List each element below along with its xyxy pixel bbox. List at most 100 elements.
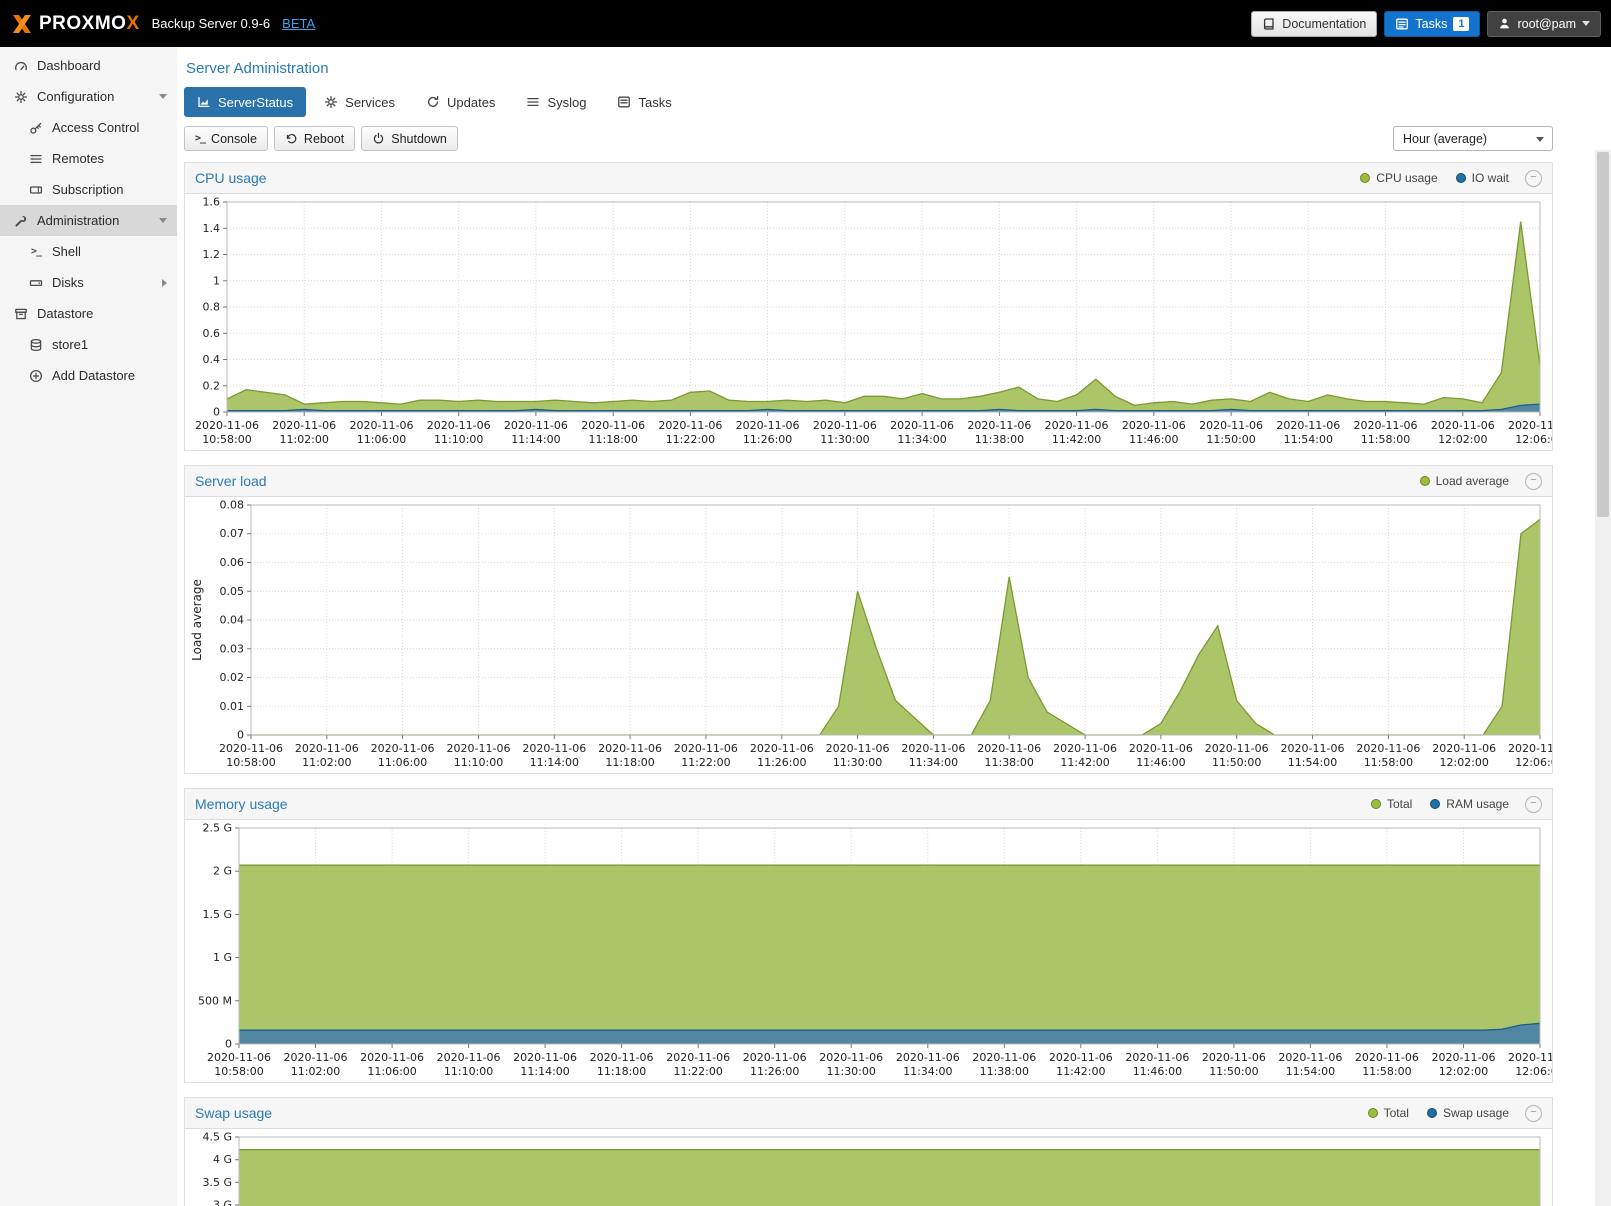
tab-tasks[interactable]: Tasks (604, 87, 684, 117)
legend-item: RAM usage (1430, 797, 1509, 811)
legend-item: Swap usage (1427, 1106, 1509, 1120)
panel-title: Swap usage (195, 1105, 272, 1121)
svg-text:2020-11-06: 2020-11-06 (1281, 742, 1345, 755)
sidebar-item-store1[interactable]: store1 (0, 329, 177, 360)
svg-text:2020-11-06: 2020-11-06 (972, 1051, 1036, 1064)
book-icon (1262, 17, 1276, 31)
tasks-button[interactable]: Tasks 1 (1384, 11, 1480, 37)
sidebar-item-dashboard[interactable]: Dashboard (0, 50, 177, 81)
swap-usage-chart: 0500 M1 G1.5 G2 G2.5 G3 G3.5 G4 G4.5 G (185, 1129, 1552, 1206)
legend-dot (1360, 173, 1370, 183)
panel-collapse-icon[interactable]: − (1525, 170, 1542, 187)
memory-usage-chart: 0500 M1 G1.5 G2 G2.5 G2020-11-0610:58:00… (185, 820, 1552, 1082)
svg-text:11:18:00: 11:18:00 (597, 1065, 646, 1078)
chart-legend: CPU usage IO wait (1360, 171, 1509, 185)
sidebar-item-add-datastore[interactable]: Add Datastore (0, 360, 177, 391)
svg-text:0.08: 0.08 (220, 499, 245, 512)
sidebar-item-datastore[interactable]: Datastore (0, 298, 177, 329)
svg-text:2020-11-06: 2020-11-06 (1202, 1051, 1266, 1064)
hdd-icon (28, 276, 44, 290)
svg-text:2020-11-06: 2020-11-06 (890, 419, 954, 432)
legend-item: Load average (1420, 474, 1509, 488)
svg-text:4 G: 4 G (213, 1153, 232, 1166)
logo-text: PROXMOX (39, 13, 140, 35)
vertical-scrollbar[interactable] (1595, 150, 1611, 1206)
svg-text:11:34:00: 11:34:00 (897, 433, 946, 446)
svg-text:11:38:00: 11:38:00 (975, 433, 1024, 446)
archive-box-icon (13, 307, 29, 321)
svg-text:2020-11-06: 2020-11-06 (967, 419, 1031, 432)
svg-text:2020-11-06: 2020-11-06 (1432, 1051, 1496, 1064)
sidebar-item-configuration[interactable]: Configuration (0, 81, 177, 112)
svg-text:2020-11-06: 2020-11-06 (1508, 742, 1552, 755)
svg-text:2020-11-06: 2020-11-06 (272, 419, 336, 432)
beta-link[interactable]: BETA (282, 16, 315, 31)
chart-legend: Total Swap usage (1368, 1106, 1509, 1120)
svg-text:2020-11-06: 2020-11-06 (522, 742, 586, 755)
svg-text:2020-11-06: 2020-11-06 (219, 742, 283, 755)
console-button[interactable]: >_ Console (184, 126, 268, 151)
svg-text:10:58:00: 10:58:00 (226, 756, 275, 769)
legend-dot (1368, 1108, 1378, 1118)
scrollbar-thumb[interactable] (1597, 152, 1609, 517)
svg-text:2020-11-06: 2020-11-06 (513, 1051, 577, 1064)
chart-legend: Load average (1420, 474, 1509, 488)
legend-item: Total (1368, 1106, 1409, 1120)
panel-server-load: Server load Load average − Load average 0… (184, 465, 1553, 774)
gears-icon (324, 95, 338, 109)
sidebar-item-remotes[interactable]: Remotes (0, 143, 177, 174)
svg-text:2020-11-06: 2020-11-06 (284, 1051, 348, 1064)
chevron-down-icon (159, 218, 167, 223)
svg-text:11:54:00: 11:54:00 (1288, 756, 1337, 769)
panel-header: Memory usage Total RAM usage − (185, 789, 1552, 820)
svg-text:2020-11-06: 2020-11-06 (896, 1051, 960, 1064)
sidebar-item-access-control[interactable]: Access Control (0, 112, 177, 143)
tab-syslog[interactable]: Syslog (513, 87, 599, 117)
svg-text:11:14:00: 11:14:00 (530, 756, 579, 769)
reboot-button[interactable]: Reboot (274, 126, 355, 151)
svg-text:11:14:00: 11:14:00 (520, 1065, 569, 1078)
svg-text:10:58:00: 10:58:00 (214, 1065, 263, 1078)
chevron-right-icon (162, 279, 167, 287)
svg-text:11:46:00: 11:46:00 (1129, 433, 1178, 446)
svg-text:11:42:00: 11:42:00 (1060, 756, 1109, 769)
sidebar-item-subscription[interactable]: Subscription (0, 174, 177, 205)
server-load-chart: Load average00.010.020.030.040.050.060.0… (185, 497, 1552, 773)
tab-services[interactable]: Services (311, 87, 408, 117)
user-menu-button[interactable]: root@pam (1487, 11, 1601, 37)
svg-text:500 M: 500 M (198, 994, 232, 1007)
undo-icon (285, 132, 298, 145)
header-actions: Documentation Tasks 1 root@pam (1251, 11, 1601, 37)
svg-text:2020-11-06: 2020-11-06 (813, 419, 877, 432)
svg-text:0.05: 0.05 (220, 585, 245, 598)
svg-text:2020-11-06: 2020-11-06 (736, 419, 800, 432)
sidebar: Dashboard Configuration Access Control R… (0, 47, 177, 1206)
svg-text:2020-11-06: 2020-11-06 (750, 742, 814, 755)
svg-text:2020-11-06: 2020-11-06 (1125, 1051, 1189, 1064)
svg-text:0.02: 0.02 (220, 671, 245, 684)
svg-text:11:02:00: 11:02:00 (291, 1065, 340, 1078)
svg-text:2020-11-06: 2020-11-06 (901, 742, 965, 755)
svg-text:0.2: 0.2 (203, 379, 221, 392)
svg-text:2020-11-06: 2020-11-06 (1432, 742, 1496, 755)
svg-text:11:46:00: 11:46:00 (1133, 1065, 1182, 1078)
tab-updates[interactable]: Updates (413, 87, 508, 117)
proxmox-backup-app: PROXMOX Backup Server 0.9-6 BETA Documen… (0, 0, 1611, 1206)
panel-collapse-icon[interactable]: − (1525, 796, 1542, 813)
svg-text:Load average: Load average (190, 579, 204, 661)
svg-text:0: 0 (237, 729, 244, 742)
panel-collapse-icon[interactable]: − (1525, 1105, 1542, 1122)
tab-serverstatus[interactable]: ServerStatus (184, 87, 306, 117)
sidebar-item-administration[interactable]: Administration (0, 205, 177, 236)
sidebar-item-disks[interactable]: Disks (0, 267, 177, 298)
terminal-icon: >_ (28, 246, 44, 257)
svg-text:11:10:00: 11:10:00 (434, 433, 483, 446)
shutdown-button[interactable]: Shutdown (361, 126, 458, 151)
panel-collapse-icon[interactable]: − (1525, 473, 1542, 490)
documentation-button[interactable]: Documentation (1251, 11, 1377, 37)
sidebar-item-shell[interactable]: >_ Shell (0, 236, 177, 267)
header: PROXMOX Backup Server 0.9-6 BETA Documen… (0, 0, 1611, 47)
panel-title: Server load (195, 473, 267, 489)
svg-text:12:02:00: 12:02:00 (1439, 756, 1488, 769)
time-range-select[interactable]: Hour (average) (1393, 126, 1553, 151)
